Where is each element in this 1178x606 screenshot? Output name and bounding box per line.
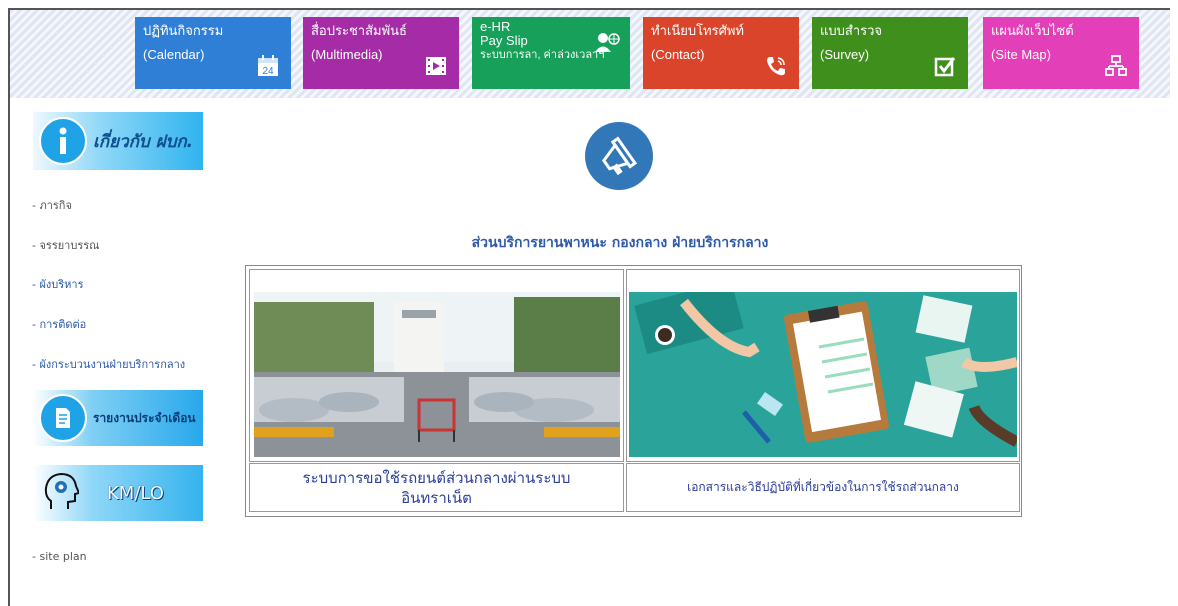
- sidebar-link-org-chart[interactable]: - ผังบริหาร: [32, 275, 84, 293]
- sidebar-link-contact[interactable]: - การติดต่อ: [32, 315, 86, 333]
- card-image-cell-vehicle[interactable]: [249, 269, 624, 462]
- tile-sitemap[interactable]: แผนผังเว็บไซต์ (Site Map): [983, 17, 1139, 89]
- sidebar-link-ethics[interactable]: - จรรยาบรรณ: [32, 236, 99, 254]
- documents-illustration[interactable]: [629, 292, 1017, 457]
- user-globe-icon: [594, 29, 620, 55]
- about-banner[interactable]: เกี่ยวกับ ฝบก.: [33, 112, 203, 170]
- card-caption-documents-text[interactable]: เอกสารและวิธีปฏิบัติที่เกี่ยวข้องในการใช…: [687, 478, 959, 497]
- tile-contact-title: ทำเนียบโทรศัพท์: [651, 23, 744, 38]
- brain-gear-icon: [43, 471, 81, 515]
- tile-sitemap-title: แผนผังเว็บไซต์: [991, 23, 1074, 38]
- tile-calendar-title: ปฏิทินกิจกรรม: [143, 23, 224, 38]
- document-icon: [39, 394, 87, 442]
- card-caption-vehicle-text[interactable]: ระบบการขอใช้รถยนต์ส่วนกลางผ่านระบบอินทรา…: [280, 468, 593, 508]
- card-image-cell-documents[interactable]: [626, 269, 1020, 462]
- info-icon: [39, 117, 87, 165]
- section-title: ส่วนบริการยานพาหนะ กองกลาง ฝ่ายบริการกลา…: [471, 235, 769, 251]
- film-icon: [423, 53, 449, 79]
- report-banner-label: รายงานประจำเดือน: [93, 410, 196, 425]
- calendar-badge: 24: [262, 66, 274, 77]
- sidebar-link-site-plan[interactable]: - site plan: [32, 550, 87, 563]
- services-table: ระบบการขอใช้รถยนต์ส่วนกลางผ่านระบบอินทรา…: [245, 265, 1022, 517]
- tile-survey[interactable]: แบบสำรวจ (Survey): [812, 17, 968, 89]
- tile-contact[interactable]: ทำเนียบโทรศัพท์ (Contact): [643, 17, 799, 89]
- parking-lot-photo[interactable]: [254, 292, 620, 457]
- checkbox-icon: [932, 53, 958, 79]
- tile-survey-title: แบบสำรวจ: [820, 23, 883, 38]
- tile-ehr[interactable]: e-HR Pay Slip ระบบการลา, ค่าล่วงเวลาฯ: [472, 17, 630, 89]
- tile-multimedia-title: สื่อประชาสัมพันธ์: [311, 23, 407, 38]
- tile-multimedia[interactable]: สื่อประชาสัมพันธ์ (Multimedia): [303, 17, 459, 89]
- sidebar-link-workflow[interactable]: - ผังกระบวนงานฝ่ายบริการกลาง: [32, 355, 185, 373]
- sitemap-icon: [1103, 53, 1129, 79]
- km-banner[interactable]: KM/LO: [33, 465, 203, 521]
- report-banner[interactable]: รายงานประจำเดือน: [33, 390, 203, 446]
- phone-icon: [763, 53, 789, 79]
- card-caption-vehicle[interactable]: ระบบการขอใช้รถยนต์ส่วนกลางผ่านระบบอินทรา…: [249, 463, 624, 512]
- tile-calendar[interactable]: ปฏิทินกิจกรรม (Calendar) 24: [135, 17, 291, 89]
- sidebar-link-mission[interactable]: - ภารกิจ: [32, 196, 72, 214]
- km-banner-label: KM/LO: [107, 482, 164, 504]
- calendar-icon: 24: [255, 53, 281, 79]
- megaphone-icon: [585, 122, 653, 190]
- card-caption-documents[interactable]: เอกสารและวิธีปฏิบัติที่เกี่ยวข้องในการใช…: [626, 463, 1020, 512]
- about-banner-label: เกี่ยวกับ ฝบก.: [93, 131, 194, 152]
